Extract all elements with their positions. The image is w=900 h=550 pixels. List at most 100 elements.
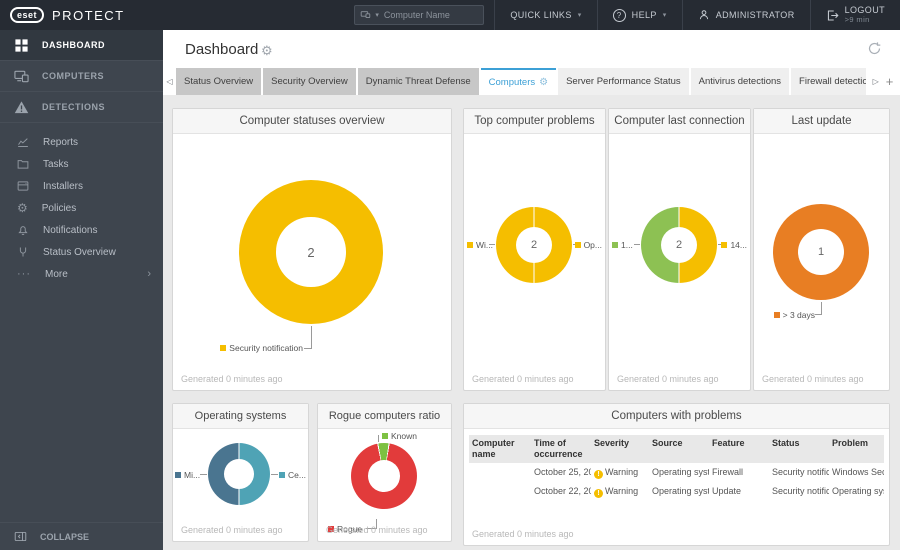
generated-timestamp: Generated 0 minutes ago <box>472 529 574 539</box>
help-label: HELP <box>631 10 657 20</box>
sidebar-item-label: Status Overview <box>43 246 116 258</box>
legend-item: Known <box>382 431 417 441</box>
legend-swatch <box>612 242 618 248</box>
donut-center-value: 2 <box>660 226 698 264</box>
table-row[interactable]: October 25, 20... !Warning Operating sys… <box>469 463 884 482</box>
reports-chart-icon <box>17 136 29 148</box>
user-name-label: ADMINISTRATOR <box>715 10 795 20</box>
tab-antivirus-detections[interactable]: Antivirus detections <box>690 68 790 95</box>
sidebar-item-policies[interactable]: ⚙ Policies <box>0 197 163 219</box>
table-row[interactable]: October 22, 20... !Warning Operating sys… <box>469 482 884 501</box>
legend-label: Ce... <box>288 470 306 480</box>
search-input[interactable] <box>381 9 456 21</box>
cell-source: Operating syst... <box>652 466 709 477</box>
column-header: Feature <box>712 438 745 448</box>
user-menu[interactable]: ADMINISTRATOR <box>681 0 810 30</box>
tab-status-overview[interactable]: Status Overview <box>176 68 262 95</box>
policies-gear-icon: ⚙ <box>17 201 28 215</box>
dashboard-settings-gear-icon[interactable]: ⚙ <box>261 43 273 59</box>
card-computer-last-connection: Computer last connection 2 1... 14... Ge… <box>608 108 751 391</box>
sidebar-item-label: More <box>45 268 68 280</box>
sidebar-item-dashboard[interactable]: DASHBOARD <box>0 30 163 61</box>
sidebar-item-label: COMPUTERS <box>42 71 105 81</box>
cell-feature: Update <box>712 485 742 496</box>
tab-dynamic-threat-defense[interactable]: Dynamic Threat Defense <box>357 68 479 95</box>
logout-button[interactable]: LOGOUT >9 min <box>809 0 900 30</box>
search-scope-chevron-icon[interactable]: ▾ <box>375 11 379 19</box>
help-menu[interactable]: ? HELP ▾ <box>596 0 682 30</box>
donut-chart[interactable]: 1 <box>773 204 869 300</box>
legend-item: Wi... <box>467 240 493 250</box>
tab-server-performance-status[interactable]: Server Performance Status <box>558 68 689 95</box>
tab-scroll-right-icon[interactable]: ▷ <box>873 77 879 86</box>
cell-severity: ! Warning <box>591 486 649 498</box>
cell-feature: Firewall <box>712 466 744 477</box>
legend-label: Wi... <box>476 240 493 250</box>
collapse-label: COLLAPSE <box>40 531 90 542</box>
donut-chart[interactable]: 2 <box>641 207 717 283</box>
computer-search[interactable]: ▾ <box>354 5 485 25</box>
card-title: Last update <box>754 109 889 134</box>
severity-label: Warning <box>605 485 639 496</box>
collapse-panel-icon <box>14 530 27 543</box>
sidebar-item-tasks[interactable]: Tasks <box>0 153 163 175</box>
tab-label: Antivirus detections <box>698 76 782 87</box>
card-rogue-computers-ratio: Rogue computers ratio Known Rogue Genera… <box>317 403 452 542</box>
help-question-icon: ? <box>612 8 626 22</box>
sidebar-item-label: DASHBOARD <box>42 40 105 50</box>
card-title: Top computer problems <box>464 109 605 134</box>
tab-scroll-left-icon[interactable]: ◁ <box>163 68 176 95</box>
donut-chart[interactable]: 2 <box>496 207 572 283</box>
card-computers-with-problems: Computers with problems Computer name Ti… <box>463 403 890 546</box>
cell-time: October 25, 20... <box>534 466 591 477</box>
notifications-bell-icon <box>17 224 29 236</box>
card-title: Computer last connection <box>609 109 750 134</box>
quick-links-menu[interactable]: QUICK LINKS ▾ <box>494 0 596 30</box>
legend-swatch <box>382 433 388 439</box>
chevron-down-icon: ▾ <box>577 12 582 19</box>
more-ellipsis-icon: ··· <box>17 268 31 280</box>
installers-box-icon <box>17 180 29 192</box>
generated-timestamp: Generated 0 minutes ago <box>181 374 283 384</box>
tab-computers[interactable]: Computers ⚙ <box>480 68 557 95</box>
donut-chart[interactable] <box>351 443 417 509</box>
column-header: Time of occurrence <box>534 438 583 459</box>
tab-label: Computers <box>488 77 536 88</box>
tab-label: Server Performance Status <box>566 76 681 87</box>
add-dashboard-icon[interactable]: + <box>886 74 894 89</box>
tab-label: Status Overview <box>184 76 254 87</box>
topbar: eset PROTECT ▾ QUICK LINKS ▾ ? HELP ▾ AD… <box>0 0 900 30</box>
tab-settings-gear-icon[interactable]: ⚙ <box>539 77 548 88</box>
legend-item: Op... <box>574 240 602 250</box>
refresh-icon[interactable] <box>867 41 882 56</box>
donut-center-value: 1 <box>797 228 845 276</box>
dashboard-grid-icon <box>14 38 29 53</box>
donut-chart[interactable]: 2 <box>239 180 383 324</box>
legend-label: 14... <box>730 240 747 250</box>
sidebar-item-label: Notifications <box>43 224 98 236</box>
cell-status: Security notific... <box>772 485 829 496</box>
card-computer-statuses-overview: Computer statuses overview 2 Security no… <box>172 108 452 391</box>
sidebar-item-status-overview[interactable]: Status Overview <box>0 241 163 263</box>
table-header-row: Computer name Time of occurrence Severit… <box>469 435 884 463</box>
sidebar-item-notifications[interactable]: Notifications <box>0 219 163 241</box>
card-top-computer-problems: Top computer problems 2 Wi... Op... Gene… <box>463 108 606 391</box>
sidebar-item-computers[interactable]: COMPUTERS <box>0 61 163 92</box>
tab-label: Dynamic Threat Defense <box>365 76 471 87</box>
warning-icon: ! <box>594 488 603 498</box>
product-name: PROTECT <box>52 7 125 23</box>
generated-timestamp: Generated 0 minutes ago <box>617 374 719 384</box>
brand: eset PROTECT <box>0 7 125 23</box>
sidebar-item-detections[interactable]: DETECTIONS <box>0 92 163 123</box>
card-title: Computer statuses overview <box>173 109 451 134</box>
tab-security-overview[interactable]: Security Overview <box>263 68 356 95</box>
warning-icon: ! <box>594 469 603 479</box>
sidebar-item-installers[interactable]: Installers <box>0 175 163 197</box>
chevron-down-icon: ▾ <box>662 12 667 19</box>
card-last-update: Last update 1 > 3 days Generated 0 minut… <box>753 108 890 391</box>
donut-chart[interactable] <box>208 443 270 505</box>
sidebar-item-more[interactable]: ··· More › <box>0 263 163 285</box>
sidebar-item-reports[interactable]: Reports <box>0 131 163 153</box>
sidebar-collapse-button[interactable]: COLLAPSE <box>0 522 177 550</box>
legend-swatch <box>721 242 728 248</box>
